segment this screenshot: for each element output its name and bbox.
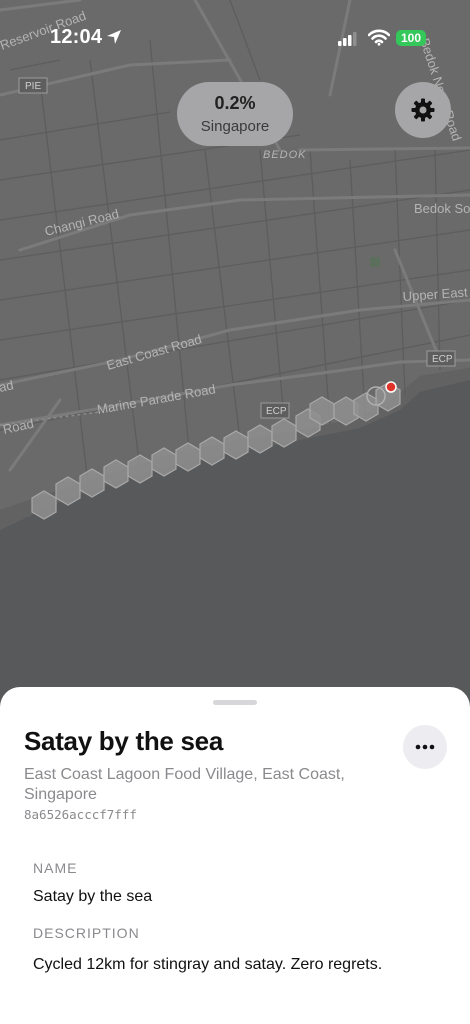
shield-label: ECP: [266, 406, 287, 417]
place-address: East Coast Lagoon Food Village, East Coa…: [24, 766, 345, 803]
status-bar: 12:04 100: [0, 0, 470, 60]
cellular-signal-icon: [338, 32, 357, 46]
coverage-pill[interactable]: 0.2% Singapore: [177, 82, 293, 146]
road-label: Bedok So: [414, 201, 470, 216]
battery-indicator: 100: [396, 30, 426, 46]
settings-button[interactable]: [395, 82, 451, 138]
sheet-grabber[interactable]: [213, 700, 257, 705]
shield-label: ECP: [432, 354, 453, 365]
description-label: DESCRIPTION: [33, 925, 140, 941]
coverage-percent: 0.2%: [214, 93, 256, 113]
gear-icon: [411, 98, 435, 122]
place-title: Satay by the sea: [24, 726, 223, 756]
cell-hash: 8a6526acccf7fff: [24, 807, 137, 822]
location-arrow-icon: [107, 30, 121, 44]
place-detail-sheet: Satay by the sea East Coast Lagoon Food …: [0, 687, 470, 1024]
ellipsis-icon: [415, 744, 435, 750]
coverage-region: Singapore: [200, 118, 270, 135]
area-label: BEDOK: [263, 149, 307, 161]
more-options-button[interactable]: [403, 725, 447, 769]
description-value[interactable]: Cycled 12km for stingray and satay. Zero…: [33, 956, 382, 974]
wifi-icon: [368, 29, 390, 46]
shield-label: PIE: [25, 81, 41, 92]
location-pin[interactable]: [385, 381, 397, 393]
name-label: NAME: [33, 860, 78, 876]
name-value[interactable]: Satay by the sea: [33, 888, 152, 906]
status-time: 12:04: [50, 26, 103, 48]
pond: [370, 257, 380, 267]
